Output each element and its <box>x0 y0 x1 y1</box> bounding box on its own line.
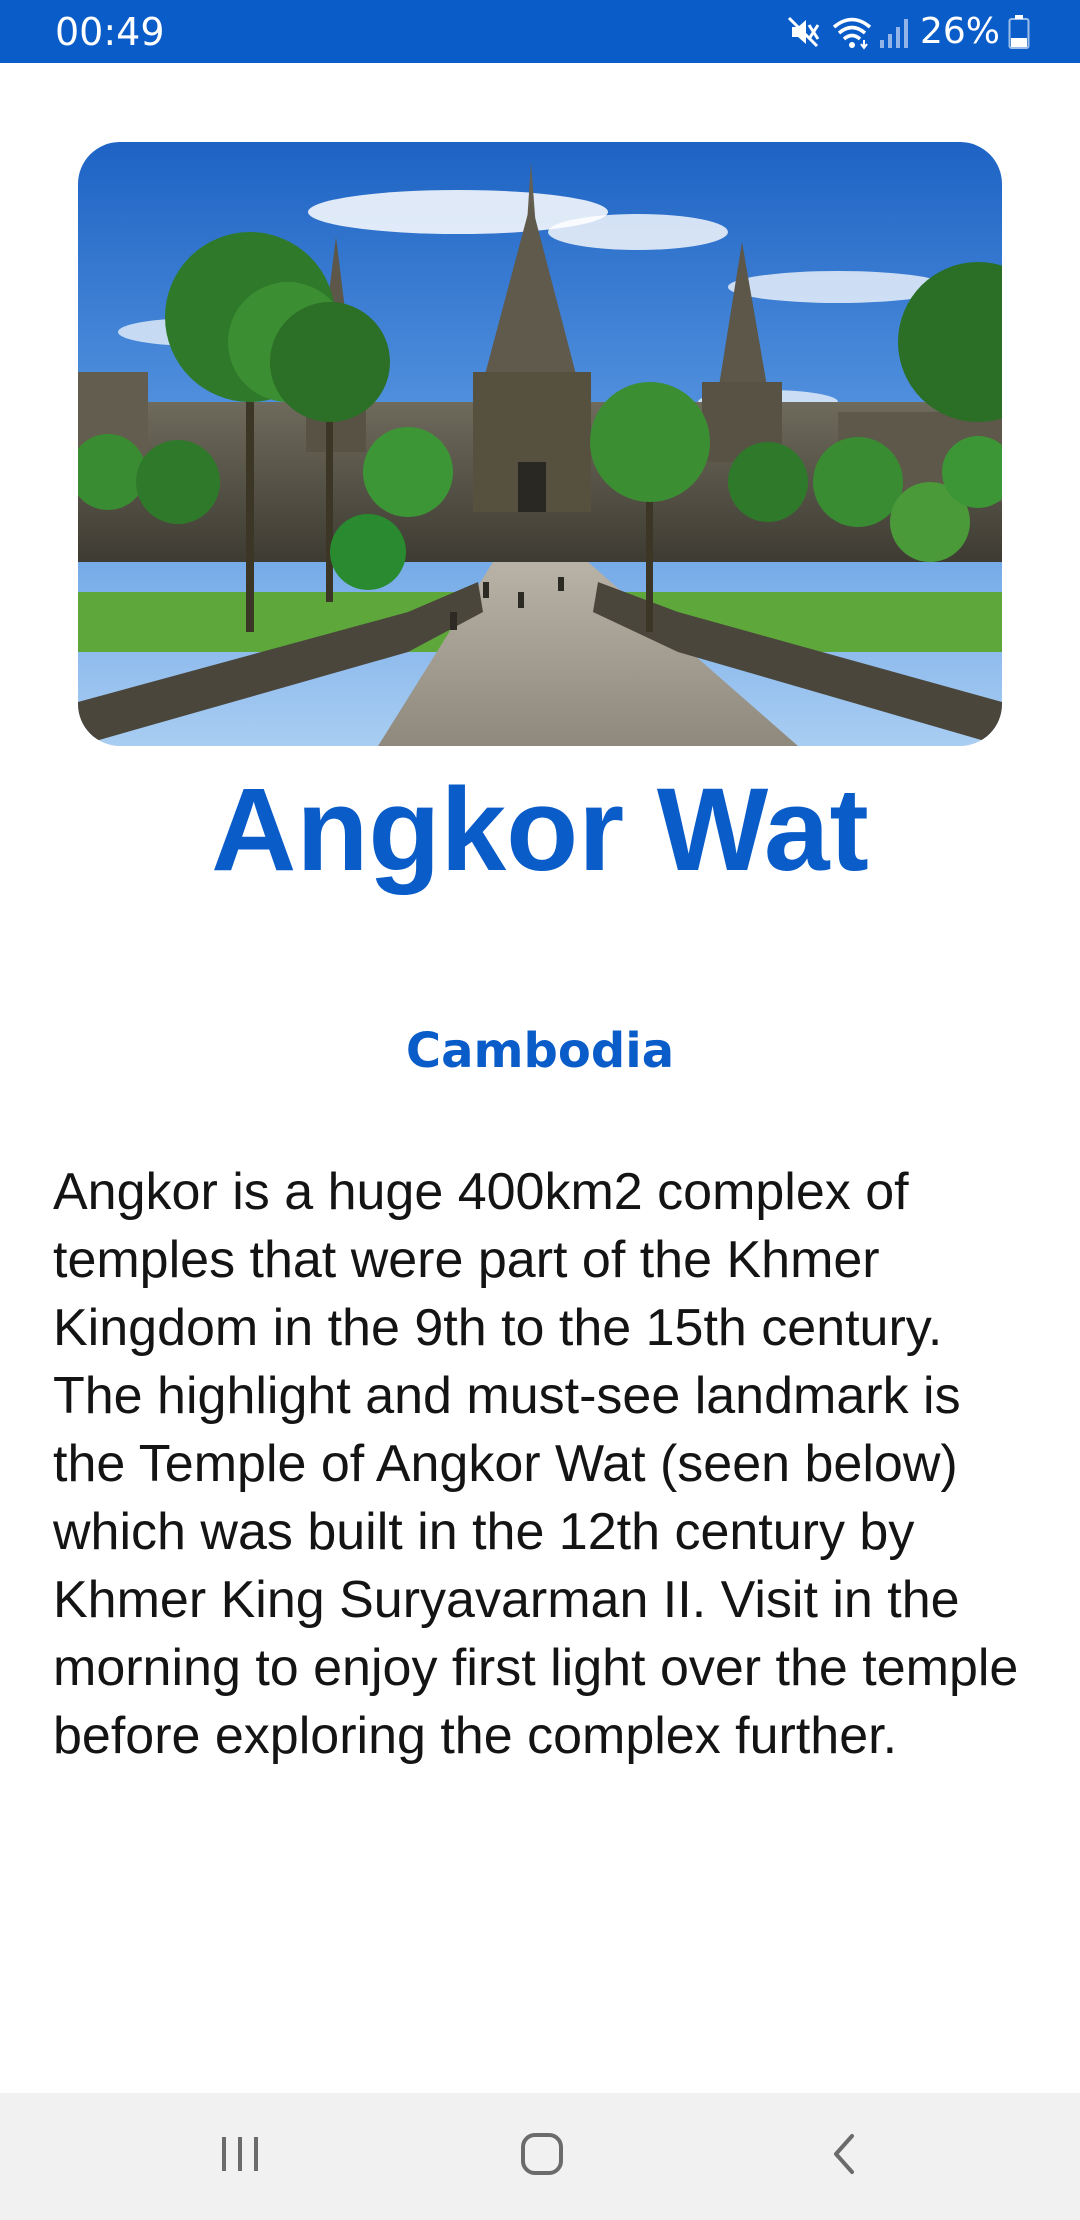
place-description: Angkor is a huge 400km2 complex of templ… <box>53 1163 1019 1765</box>
signal-icon <box>878 14 910 50</box>
wifi-icon <box>830 14 874 50</box>
place-title: Angkor Wat <box>211 764 869 896</box>
status-bar: 00:49 26% <box>0 0 1080 63</box>
recent-apps-button[interactable] <box>195 2121 285 2191</box>
status-icons: 26% <box>786 10 1030 54</box>
back-button[interactable] <box>800 2121 890 2191</box>
country-label: Cambodia <box>405 1023 675 1079</box>
home-icon <box>519 2131 565 2182</box>
navigation-bar <box>0 2093 1080 2220</box>
mute-icon <box>786 14 822 50</box>
angkor-wat-photo <box>78 142 1002 746</box>
status-time: 00:49 <box>55 10 165 54</box>
recent-apps-icon <box>218 2134 262 2179</box>
battery-icon <box>1008 14 1030 50</box>
hero-image <box>78 142 1002 746</box>
battery-percent: 26% <box>919 11 1000 52</box>
home-button[interactable] <box>497 2121 587 2191</box>
back-icon <box>830 2132 860 2181</box>
